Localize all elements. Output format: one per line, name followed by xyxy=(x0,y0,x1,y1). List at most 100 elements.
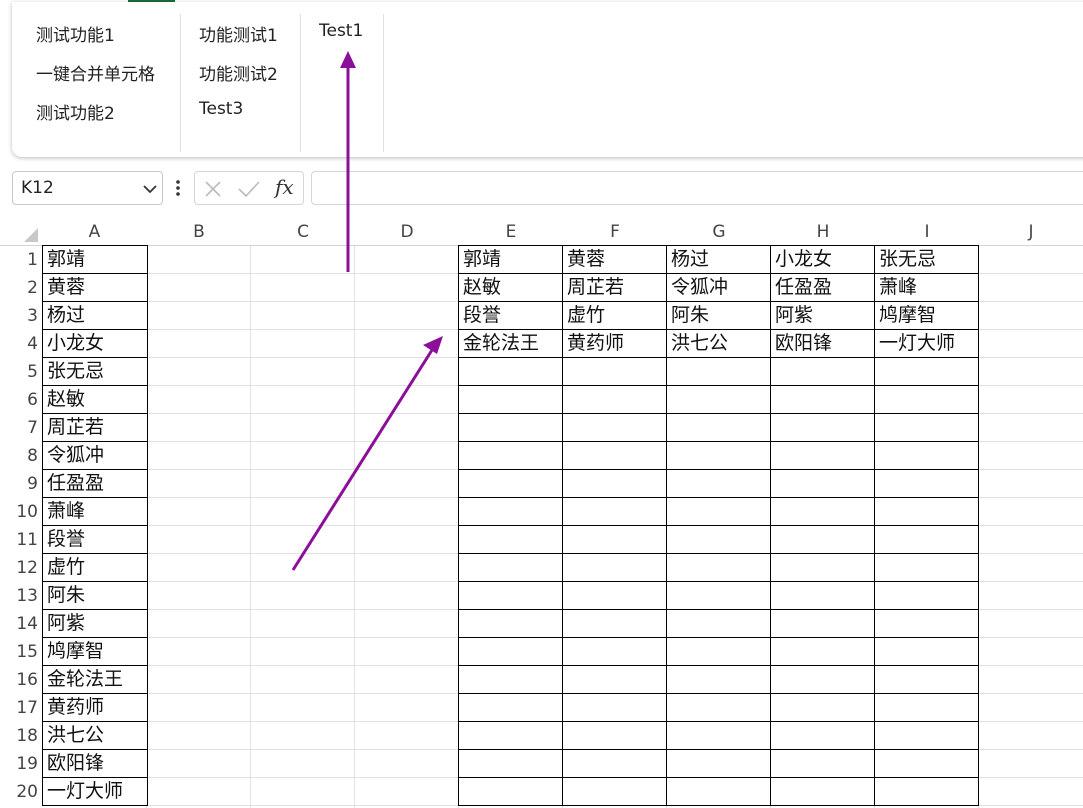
cell-I7[interactable] xyxy=(874,413,979,442)
cell-G2[interactable]: 令狐冲 xyxy=(666,273,771,302)
cell-H4[interactable]: 欧阳锋 xyxy=(770,329,875,358)
cell-G15[interactable] xyxy=(666,637,771,666)
more-options-icon[interactable] xyxy=(170,176,186,200)
cell-F20[interactable] xyxy=(562,777,667,806)
cell-E3[interactable]: 段誉 xyxy=(458,301,563,330)
cell-F12[interactable] xyxy=(562,553,667,582)
cell-A12[interactable]: 虚竹 xyxy=(42,553,148,582)
cell-E4[interactable]: 金轮法王 xyxy=(458,329,563,358)
cell-A8[interactable]: 令狐冲 xyxy=(42,441,148,470)
cell-H15[interactable] xyxy=(770,637,875,666)
cancel-icon[interactable] xyxy=(204,180,222,198)
cell-E6[interactable] xyxy=(458,385,563,414)
row-header-10[interactable]: 10 xyxy=(0,498,42,526)
row-header-15[interactable]: 15 xyxy=(0,638,42,666)
cell-F7[interactable] xyxy=(562,413,667,442)
cell-F15[interactable] xyxy=(562,637,667,666)
cell-I18[interactable] xyxy=(874,721,979,750)
cell-F5[interactable] xyxy=(562,357,667,386)
cell-G14[interactable] xyxy=(666,609,771,638)
cell-A10[interactable]: 萧峰 xyxy=(42,497,148,526)
cell-F11[interactable] xyxy=(562,525,667,554)
column-header-E[interactable]: E xyxy=(459,218,563,246)
cell-H2[interactable]: 任盈盈 xyxy=(770,273,875,302)
cell-I14[interactable] xyxy=(874,609,979,638)
cell-I9[interactable] xyxy=(874,469,979,498)
row-header-2[interactable]: 2 xyxy=(0,274,42,302)
spreadsheet-grid[interactable]: A B C D E F G H I J 1 2 3 4 5 6 7 8 9 10 11 12 13 14 15 16 17 18 19 2… xyxy=(0,218,1083,808)
cell-I19[interactable] xyxy=(874,749,979,778)
cell-A1[interactable]: 郭靖 xyxy=(42,245,148,274)
cell-I5[interactable] xyxy=(874,357,979,386)
cell-A16[interactable]: 金轮法王 xyxy=(42,665,148,694)
cell-E9[interactable] xyxy=(458,469,563,498)
cell-E18[interactable] xyxy=(458,721,563,750)
cell-A14[interactable]: 阿紫 xyxy=(42,609,148,638)
cell-G6[interactable] xyxy=(666,385,771,414)
cell-G17[interactable] xyxy=(666,693,771,722)
cell-F8[interactable] xyxy=(562,441,667,470)
column-header-H[interactable]: H xyxy=(771,218,875,246)
cell-H6[interactable] xyxy=(770,385,875,414)
cell-H9[interactable] xyxy=(770,469,875,498)
cell-G1[interactable]: 杨过 xyxy=(666,245,771,274)
cell-E8[interactable] xyxy=(458,441,563,470)
chevron-down-icon[interactable] xyxy=(142,183,158,195)
row-header-16[interactable]: 16 xyxy=(0,666,42,694)
ribbon-btn-test-func-2[interactable]: 测试功能2 xyxy=(36,99,115,124)
ribbon-btn-merge-cells[interactable]: 一键合并单元格 xyxy=(36,60,155,85)
cell-E19[interactable] xyxy=(458,749,563,778)
cell-E5[interactable] xyxy=(458,357,563,386)
cell-A9[interactable]: 任盈盈 xyxy=(42,469,148,498)
cell-E15[interactable] xyxy=(458,637,563,666)
cell-I12[interactable] xyxy=(874,553,979,582)
cell-G7[interactable] xyxy=(666,413,771,442)
cell-F3[interactable]: 虚竹 xyxy=(562,301,667,330)
cell-I17[interactable] xyxy=(874,693,979,722)
row-header-13[interactable]: 13 xyxy=(0,582,42,610)
column-header-J[interactable]: J xyxy=(979,218,1083,246)
cell-E17[interactable] xyxy=(458,693,563,722)
row-header-5[interactable]: 5 xyxy=(0,358,42,386)
row-header-7[interactable]: 7 xyxy=(0,414,42,442)
cell-H13[interactable] xyxy=(770,581,875,610)
cell-H16[interactable] xyxy=(770,665,875,694)
cell-G5[interactable] xyxy=(666,357,771,386)
cell-F4[interactable]: 黄药师 xyxy=(562,329,667,358)
formula-input[interactable] xyxy=(311,171,1083,205)
cell-E13[interactable] xyxy=(458,581,563,610)
cell-G12[interactable] xyxy=(666,553,771,582)
cell-I10[interactable] xyxy=(874,497,979,526)
cell-A15[interactable]: 鸠摩智 xyxy=(42,637,148,666)
cell-H5[interactable] xyxy=(770,357,875,386)
column-header-B[interactable]: B xyxy=(147,218,251,246)
insert-function-icon[interactable]: fx xyxy=(275,175,294,199)
row-header-20[interactable]: 20 xyxy=(0,778,42,806)
cell-G16[interactable] xyxy=(666,665,771,694)
cell-A2[interactable]: 黄蓉 xyxy=(42,273,148,302)
cell-I16[interactable] xyxy=(874,665,979,694)
cell-F10[interactable] xyxy=(562,497,667,526)
row-header-8[interactable]: 8 xyxy=(0,442,42,470)
cell-A4[interactable]: 小龙女 xyxy=(42,329,148,358)
row-header-11[interactable]: 11 xyxy=(0,526,42,554)
cell-A6[interactable]: 赵敏 xyxy=(42,385,148,414)
cell-G11[interactable] xyxy=(666,525,771,554)
name-box[interactable]: K12 xyxy=(12,171,163,205)
column-header-G[interactable]: G xyxy=(667,218,771,246)
cell-A11[interactable]: 段誉 xyxy=(42,525,148,554)
cell-F16[interactable] xyxy=(562,665,667,694)
cell-G13[interactable] xyxy=(666,581,771,610)
cell-G9[interactable] xyxy=(666,469,771,498)
cell-I11[interactable] xyxy=(874,525,979,554)
cell-F6[interactable] xyxy=(562,385,667,414)
row-header-12[interactable]: 12 xyxy=(0,554,42,582)
cell-A13[interactable]: 阿朱 xyxy=(42,581,148,610)
cell-G19[interactable] xyxy=(666,749,771,778)
cell-G4[interactable]: 洪七公 xyxy=(666,329,771,358)
row-header-4[interactable]: 4 xyxy=(0,330,42,358)
cell-I15[interactable] xyxy=(874,637,979,666)
cell-G10[interactable] xyxy=(666,497,771,526)
select-all-corner[interactable] xyxy=(0,218,42,246)
cell-H3[interactable]: 阿紫 xyxy=(770,301,875,330)
